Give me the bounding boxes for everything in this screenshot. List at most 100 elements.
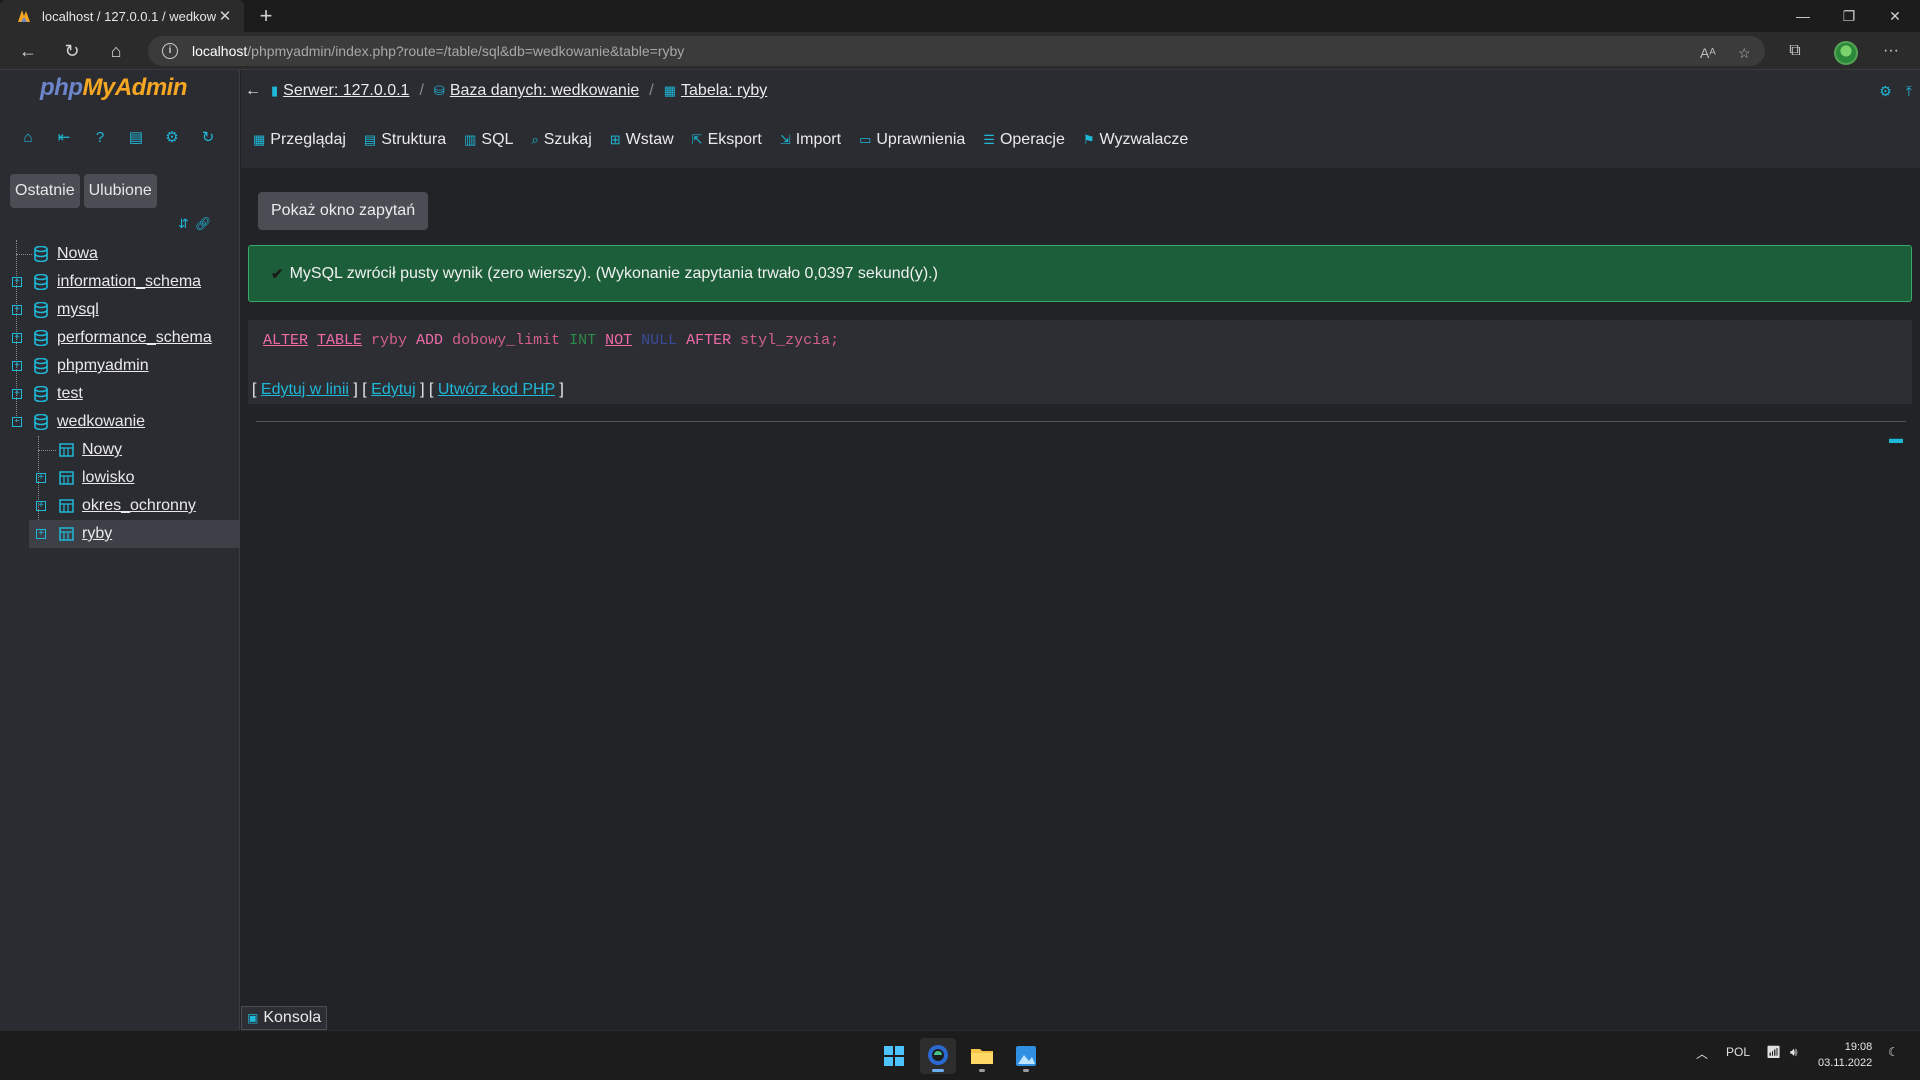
tree-item-database[interactable]: + performance_schema bbox=[0, 324, 240, 352]
tree-item-table[interactable]: + okres_ochronny bbox=[0, 492, 240, 520]
create-php-code-link[interactable]: Utwórz kod PHP bbox=[438, 381, 555, 398]
edge-browser-icon[interactable] bbox=[920, 1038, 956, 1074]
back-icon[interactable]: ← bbox=[14, 37, 42, 65]
photos-app-icon[interactable] bbox=[1008, 1038, 1044, 1074]
tree-item-table-selected[interactable]: + ryby bbox=[29, 520, 240, 548]
tree-item-new-table[interactable]: Nowy bbox=[0, 436, 240, 464]
console-label: Konsola bbox=[263, 1009, 322, 1026]
breadcrumb-database[interactable]: ⛁ Baza danych: wedkowanie bbox=[434, 82, 639, 100]
settings-gear-icon[interactable]: ⚙ bbox=[1879, 83, 1892, 100]
home-icon[interactable]: ⌂ bbox=[102, 37, 130, 65]
minimize-icon[interactable]: — bbox=[1780, 0, 1826, 32]
inline-edit-link[interactable]: Edytuj w linii bbox=[261, 381, 349, 398]
restore-icon[interactable]: ❐ bbox=[1826, 0, 1872, 32]
tree-item-table[interactable]: + lowisko bbox=[0, 464, 240, 492]
tree-label-database[interactable]: phpmyadmin bbox=[57, 352, 149, 380]
tree-label-database[interactable]: information_schema bbox=[57, 268, 201, 296]
edit-link[interactable]: Edytuj bbox=[371, 381, 415, 398]
tree-item-new-database[interactable]: Nowa bbox=[0, 240, 240, 268]
result-divider bbox=[256, 421, 1906, 422]
notifications-moon-icon[interactable]: ☾ bbox=[1888, 1045, 1899, 1059]
breadcrumb-table[interactable]: ▦ Tabela: ryby bbox=[664, 82, 768, 100]
tab-browse[interactable]: ▦ Przeglądaj bbox=[253, 131, 346, 149]
tree-label-database[interactable]: wedkowanie bbox=[57, 408, 145, 436]
tree-label-database[interactable]: performance_schema bbox=[57, 324, 212, 352]
tree-label-table[interactable]: ryby bbox=[82, 520, 112, 548]
browser-tab[interactable]: localhost / 127.0.0.1 / wedkowan ✕ bbox=[0, 0, 244, 32]
show-query-box-button[interactable]: Pokaż okno zapytań bbox=[258, 192, 429, 230]
expand-icon[interactable]: + bbox=[36, 473, 46, 483]
url-input[interactable]: i localhost/phpmyadmin/index.php?route=/… bbox=[148, 36, 1765, 66]
sql-keyword-link[interactable]: TABLE bbox=[317, 332, 362, 349]
clock-time: 19:08 bbox=[1844, 1041, 1873, 1053]
tab-privileges[interactable]: ▭ Uprawnienia bbox=[859, 131, 965, 149]
logout-icon[interactable]: ⇤ bbox=[54, 128, 74, 148]
tree-item-database[interactable]: + test bbox=[0, 380, 240, 408]
breadcrumb-server[interactable]: ▮ Serwer: 127.0.0.1 bbox=[271, 82, 409, 100]
tab-operations[interactable]: ☰ Operacje bbox=[983, 131, 1065, 149]
expand-icon[interactable]: + bbox=[36, 501, 46, 511]
settings-gear-icon[interactable]: ⚙ bbox=[162, 128, 182, 148]
tree-item-database[interactable]: + mysql bbox=[0, 296, 240, 324]
favorite-star-icon[interactable]: ☆ bbox=[1738, 45, 1751, 62]
bookmark-query-icon[interactable]: ▬ bbox=[1889, 430, 1903, 446]
collapse-icon[interactable]: − bbox=[12, 417, 22, 427]
tree-label-new-database[interactable]: Nowa bbox=[57, 240, 98, 268]
file-explorer-icon[interactable] bbox=[964, 1038, 1000, 1074]
tab-insert[interactable]: ⊞ Wstaw bbox=[610, 131, 674, 149]
more-menu-icon[interactable]: ··· bbox=[1876, 36, 1906, 66]
tree-item-database[interactable]: + information_schema bbox=[0, 268, 240, 296]
expand-icon[interactable]: + bbox=[12, 333, 22, 343]
tab-export[interactable]: ⇱ Eksport bbox=[692, 131, 762, 149]
system-clock[interactable]: 19:08 03.11.2022 bbox=[1818, 1039, 1872, 1071]
console-toggle[interactable]: ▣ Konsola bbox=[241, 1006, 328, 1030]
wifi-icon[interactable]: 📶︎ bbox=[1766, 1045, 1781, 1059]
tab-close-icon[interactable]: ✕ bbox=[216, 7, 234, 25]
site-info-icon[interactable]: i bbox=[162, 43, 178, 59]
tree-label-database[interactable]: mysql bbox=[57, 296, 99, 324]
sql-identifier: dobowy_limit bbox=[452, 332, 561, 349]
start-windows-icon[interactable] bbox=[876, 1038, 912, 1074]
profile-avatar[interactable] bbox=[1834, 41, 1858, 65]
tab-sql[interactable]: ▥ SQL bbox=[464, 131, 513, 149]
sql-keyword-link[interactable]: ALTER bbox=[263, 332, 308, 349]
expand-icon[interactable]: + bbox=[12, 389, 22, 399]
tray-overflow-chevron-icon[interactable]: ︿ bbox=[1696, 1045, 1708, 1062]
link-with-main-icon[interactable]: 🔗︎ bbox=[195, 216, 212, 232]
read-aloud-icon[interactable]: Aᴬ bbox=[1700, 45, 1716, 61]
new-tab-button[interactable]: + bbox=[254, 4, 278, 28]
expand-icon[interactable]: + bbox=[12, 277, 22, 287]
tab-triggers[interactable]: ⚑ Wyzwalacze bbox=[1083, 131, 1188, 149]
home-icon[interactable]: ⌂ bbox=[18, 128, 38, 148]
phpmyadmin-logo[interactable]: phpMyAdmin bbox=[40, 74, 187, 102]
expand-icon[interactable]: + bbox=[12, 361, 22, 371]
documentation-icon[interactable]: ▤ bbox=[126, 128, 146, 148]
volume-icon[interactable]: 🔊︎ bbox=[1790, 1045, 1798, 1060]
tree-item-database-expanded[interactable]: − wedkowanie bbox=[0, 408, 240, 436]
expand-icon[interactable]: + bbox=[36, 529, 46, 539]
language-indicator[interactable]: POL bbox=[1726, 1045, 1750, 1059]
collapse-all-icon[interactable]: ⇵ bbox=[178, 216, 189, 232]
query-action-links: [ Edytuj w linii ] [ Edytuj ] [ Utwórz k… bbox=[252, 381, 564, 398]
tree-label-database[interactable]: test bbox=[57, 380, 83, 408]
tree-label-table[interactable]: okres_ochronny bbox=[82, 492, 196, 520]
favorite-tables-button[interactable]: Ulubione bbox=[83, 174, 157, 208]
recent-tables-button[interactable]: Ostatnie bbox=[10, 174, 80, 208]
help-icon[interactable]: ? bbox=[90, 128, 110, 148]
tree-label-table[interactable]: lowisko bbox=[82, 464, 134, 492]
collapse-top-menu-icon[interactable]: ⤒ bbox=[1906, 83, 1912, 100]
refresh-icon[interactable]: ↻ bbox=[198, 128, 218, 148]
tab-structure[interactable]: ▤ Struktura bbox=[364, 131, 446, 149]
close-icon[interactable]: ✕ bbox=[1872, 0, 1918, 32]
extensions-icon[interactable]: ⧉ bbox=[1780, 36, 1810, 66]
tab-search[interactable]: ⌕ Szukaj bbox=[531, 131, 591, 149]
import-icon: ⇲ bbox=[779, 132, 791, 147]
sql-icon: ▥ bbox=[464, 132, 477, 147]
expand-icon[interactable]: + bbox=[12, 305, 22, 315]
tree-label-new-table[interactable]: Nowy bbox=[82, 436, 122, 464]
tree-item-database[interactable]: + phpmyadmin bbox=[0, 352, 240, 380]
tab-import[interactable]: ⇲ Import bbox=[780, 131, 841, 149]
reload-icon[interactable]: ↻ bbox=[58, 37, 86, 65]
sql-keyword-link[interactable]: NOT bbox=[605, 332, 632, 349]
collapse-navigation-icon[interactable]: ← bbox=[245, 82, 265, 100]
